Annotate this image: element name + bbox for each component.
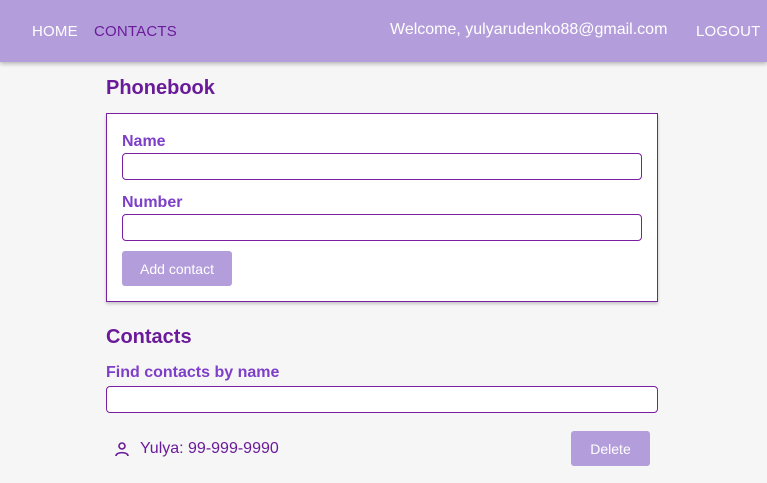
number-input[interactable] xyxy=(122,214,642,241)
filter-input[interactable] xyxy=(106,386,658,413)
add-contact-button[interactable]: Add contact xyxy=(122,251,232,286)
delete-button[interactable]: Delete xyxy=(571,431,650,466)
contacts-title: Contacts xyxy=(106,326,192,348)
nav-contacts-link[interactable]: CONTACTS xyxy=(94,23,177,40)
name-input[interactable] xyxy=(122,153,642,180)
person-icon xyxy=(115,442,129,457)
name-label: Name xyxy=(122,133,166,150)
logout-link[interactable]: LOGOUT xyxy=(696,23,761,40)
nav-home-link[interactable]: HOME xyxy=(32,23,78,40)
filter-label: Find contacts by name xyxy=(106,364,280,381)
add-contact-form: Name Number Add contact xyxy=(106,113,658,302)
welcome-text: Welcome, yulyarudenko88@gmail.com xyxy=(390,21,668,38)
phonebook-title: Phonebook xyxy=(106,77,215,99)
number-label: Number xyxy=(122,194,183,211)
app-bar: HOME CONTACTS Welcome, yulyarudenko88@gm… xyxy=(0,0,767,62)
contact-list-item: Yulya: 99-999-9990 Delete xyxy=(106,430,658,468)
contact-text: Yulya: 99-999-9990 xyxy=(140,440,279,457)
